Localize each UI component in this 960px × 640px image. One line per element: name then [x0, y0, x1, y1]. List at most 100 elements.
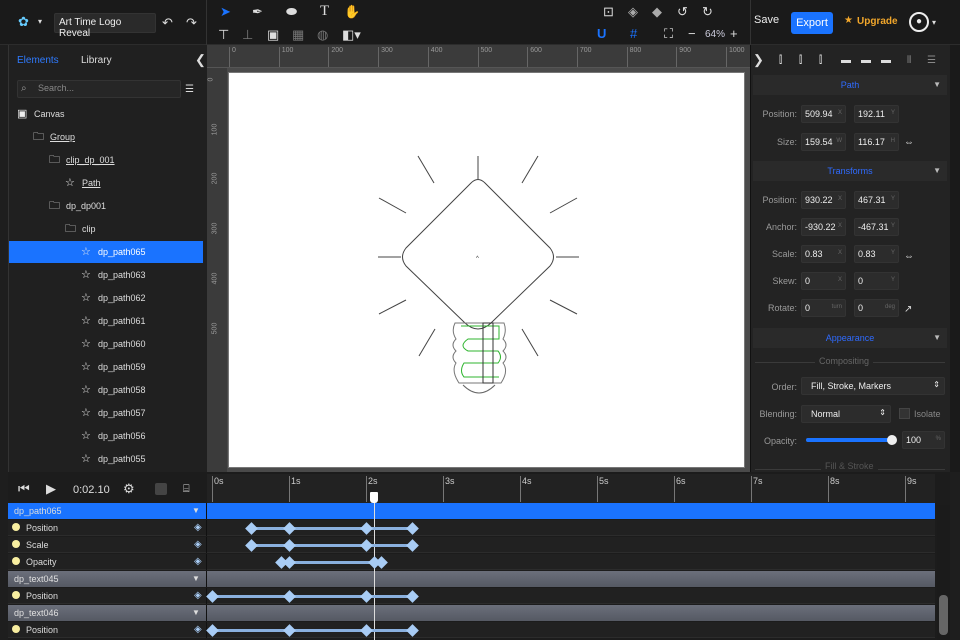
lightbulb-artwork[interactable]: ^	[229, 73, 746, 469]
align-center-icon[interactable]: ⫿	[799, 54, 802, 68]
upgrade-button[interactable]: Upgrade	[857, 16, 898, 27]
add-keyframe-icon[interactable]: ◈	[194, 622, 202, 638]
opacity-slider[interactable]	[806, 435, 897, 445]
select-tool-icon[interactable]: ➤	[220, 5, 231, 19]
keyframe-span[interactable]	[289, 595, 366, 598]
tree-item[interactable]: ☆ dp_path059	[9, 356, 203, 378]
tree-item[interactable]: ☆ dp_path060	[9, 333, 203, 355]
collapse-chevron-icon[interactable]: ▼	[192, 571, 200, 587]
transform-scale-x-input[interactable]: 0.83 X	[801, 245, 846, 263]
flip-horizontal-icon[interactable]: ◈	[628, 5, 638, 19]
tree-item[interactable]: ▣ Canvas	[9, 103, 203, 125]
align-top-icon[interactable]: ▬	[841, 54, 851, 68]
align-top-icon[interactable]: ⊤	[218, 28, 229, 42]
tree-item[interactable]: 🗀 clip_dp_001	[9, 149, 203, 171]
zoom-in-button[interactable]: +	[730, 27, 738, 41]
timeline-property-row[interactable]: ◈ Scale	[8, 537, 935, 553]
easing-curve-icon[interactable]	[155, 483, 167, 495]
tree-item[interactable]: ☆ dp_path062	[9, 287, 203, 309]
opacity-input[interactable]: 100%	[902, 431, 945, 449]
transform-position-y-input[interactable]: 467.31 Y	[854, 191, 899, 209]
distribute-v-icon[interactable]: ☰	[927, 54, 936, 68]
mask-icon[interactable]: ▣	[267, 28, 279, 42]
align-vcenter-icon[interactable]: ▬	[861, 54, 871, 68]
keyframe-span[interactable]	[212, 629, 289, 632]
app-logo-icon[interactable]: ✿	[18, 15, 29, 29]
timeline-property-row[interactable]: ◈ Position	[8, 588, 935, 604]
grid-icon[interactable]: #	[630, 27, 637, 41]
transform-skew-x-input[interactable]: 0X	[801, 272, 846, 290]
search-input[interactable]: Search...	[17, 80, 181, 98]
boolean-ops-icon[interactable]: ◧▾	[342, 28, 361, 42]
tree-item[interactable]: ☆ Path	[9, 172, 203, 194]
visibility-bulb-icon[interactable]	[12, 540, 20, 548]
clip-icon[interactable]: ◍	[317, 28, 328, 42]
link-scale-icon[interactable]: ⇔	[904, 250, 914, 264]
path-position-x-input[interactable]: 509.94 X	[801, 105, 846, 123]
keyframe-span[interactable]	[289, 527, 366, 530]
timeline-property-row[interactable]: ◈ Position	[8, 520, 935, 536]
timeline-layer-row[interactable]: ▼ dp_text046	[8, 605, 935, 621]
add-keyframe-icon[interactable]: ◈	[194, 520, 202, 536]
sort-list-icon[interactable]: ☰	[185, 83, 194, 97]
align-middle-icon[interactable]: ⊥	[242, 28, 253, 42]
logo-menu-chevron-icon[interactable]: ▾	[38, 15, 42, 29]
visibility-bulb-icon[interactable]	[12, 591, 20, 599]
flip-vertical-icon[interactable]: ◆	[652, 5, 662, 19]
avatar[interactable]: ●	[909, 12, 929, 32]
skip-to-start-icon[interactable]: ⏮	[18, 482, 30, 496]
project-title-input[interactable]: Art Time Logo Reveal	[54, 13, 156, 39]
section-appearance-header[interactable]: Appearance ▼	[753, 328, 947, 348]
rotate-origin-icon[interactable]: ↗	[904, 303, 912, 317]
rotate-ccw-90-icon[interactable]: ↺	[677, 5, 688, 19]
expand-panel-icon[interactable]: ❯	[753, 53, 764, 67]
add-keyframe-icon[interactable]: ◈	[194, 554, 202, 570]
settings-gear-icon[interactable]: ⚙	[123, 482, 135, 496]
timeline-property-row[interactable]: ◈ Position	[8, 622, 935, 638]
tree-item[interactable]: 🗀 dp_dp001	[9, 195, 203, 217]
section-path-header[interactable]: Path ▼	[753, 75, 947, 95]
export-button[interactable]: Export	[791, 12, 833, 34]
transform-skew-y-input[interactable]: 0Y	[854, 272, 899, 290]
collapse-chevron-icon[interactable]: ▼	[192, 503, 200, 519]
align-bottom-icon[interactable]: ▬	[881, 54, 891, 68]
rotate-cw-90-icon[interactable]: ↻	[702, 5, 713, 19]
tab-library[interactable]: Library	[81, 55, 112, 66]
play-icon[interactable]: ▶	[46, 482, 56, 496]
tree-item[interactable]: ☆ dp_path061	[9, 310, 203, 332]
fit-canvas-icon[interactable]: ⛶	[664, 27, 673, 41]
snap-magnet-icon[interactable]: U	[597, 27, 606, 41]
group-icon[interactable]: ▦	[292, 28, 304, 42]
tree-item[interactable]: ☆ dp_path065	[9, 241, 203, 263]
keyframe-span[interactable]	[289, 629, 366, 632]
tree-item[interactable]: 🗀 Group	[9, 126, 203, 148]
transform-anchor-x-input[interactable]: -930.22 X	[801, 218, 846, 236]
add-keyframe-icon[interactable]: ◈	[194, 537, 202, 553]
tree-item[interactable]: ☆ dp_path058	[9, 379, 203, 401]
tree-item[interactable]: ☆ dp_path063	[9, 264, 203, 286]
save-button[interactable]: Save	[754, 14, 779, 26]
order-select[interactable]: Fill, Stroke, Markers ⇕	[801, 377, 945, 395]
transform-rotate-deg-input[interactable]: 0 deg	[854, 299, 899, 317]
collapse-chevron-icon[interactable]: ▼	[192, 605, 200, 621]
artboard[interactable]: ^	[228, 72, 745, 468]
isolate-checkbox[interactable]	[899, 408, 910, 419]
section-transforms-header[interactable]: Transforms ▼	[753, 161, 947, 181]
text-tool-icon[interactable]: T	[320, 4, 329, 19]
hand-tool-icon[interactable]: ✋	[344, 5, 360, 19]
scrollbar-thumb[interactable]	[939, 595, 948, 635]
tree-item[interactable]: ☆ dp_path055	[9, 448, 203, 470]
playhead-handle[interactable]	[369, 492, 378, 503]
visibility-bulb-icon[interactable]	[12, 625, 20, 633]
collapse-panel-icon[interactable]: ❮	[195, 53, 206, 67]
visibility-bulb-icon[interactable]	[12, 523, 20, 531]
transform-scale-y-input[interactable]: 0.83 Y	[854, 245, 899, 263]
fit-selection-icon[interactable]: ⊡	[603, 5, 614, 19]
tree-item[interactable]: ☆ dp_path057	[9, 402, 203, 424]
zoom-out-button[interactable]: −	[688, 27, 696, 41]
tree-item[interactable]: ☆ dp_path056	[9, 425, 203, 447]
align-left-icon[interactable]: ⫿	[779, 54, 782, 68]
visibility-bulb-icon[interactable]	[12, 557, 20, 565]
ellipse-tool-icon[interactable]: ⬬	[286, 5, 297, 19]
keyframe-view-icon[interactable]: ⌸	[183, 482, 190, 496]
